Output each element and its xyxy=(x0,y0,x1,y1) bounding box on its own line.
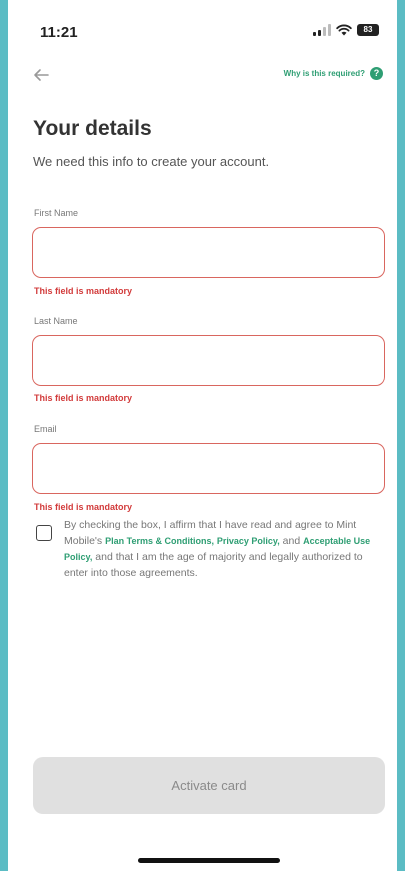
last-name-label: Last Name xyxy=(34,316,78,326)
last-name-input[interactable] xyxy=(32,335,385,386)
help-icon: ? xyxy=(370,67,383,80)
last-name-error: This field is mandatory xyxy=(34,393,133,403)
status-bar: 11:21 83 xyxy=(8,0,397,60)
back-arrow-icon[interactable] xyxy=(30,64,52,86)
phone-screen: 11:21 83 Why is this required? ? Your de… xyxy=(8,0,397,871)
page-title: Your details xyxy=(33,117,152,140)
status-icons: 83 xyxy=(313,24,379,36)
signal-icon xyxy=(313,24,331,36)
consent-checkbox[interactable] xyxy=(36,525,52,541)
why-required-label: Why is this required? xyxy=(283,69,365,78)
first-name-label: First Name xyxy=(34,208,79,218)
status-time: 11:21 xyxy=(40,24,78,41)
battery-icon: 83 xyxy=(357,24,379,36)
wifi-icon xyxy=(336,24,352,36)
consent-text-part: and that I am the age of majority and le… xyxy=(64,551,363,579)
first-name-error: This field is mandatory xyxy=(34,286,133,296)
page-subtitle: We need this info to create your account… xyxy=(33,154,270,169)
home-indicator xyxy=(138,858,280,863)
plan-terms-link[interactable]: Plan Terms & Conditions, xyxy=(105,536,214,546)
activate-card-button[interactable]: Activate card xyxy=(33,757,385,814)
consent-text-part: and xyxy=(279,535,304,547)
email-error: This field is mandatory xyxy=(34,502,133,512)
why-required-link[interactable]: Why is this required? ? xyxy=(284,67,383,80)
consent-text: By checking the box, I affirm that I hav… xyxy=(64,517,376,581)
email-input[interactable] xyxy=(32,443,385,494)
nav-bar: Why is this required? ? xyxy=(8,62,397,90)
first-name-input[interactable] xyxy=(32,227,385,278)
privacy-policy-link[interactable]: Privacy Policy, xyxy=(217,536,280,546)
email-label: Email xyxy=(34,424,57,434)
